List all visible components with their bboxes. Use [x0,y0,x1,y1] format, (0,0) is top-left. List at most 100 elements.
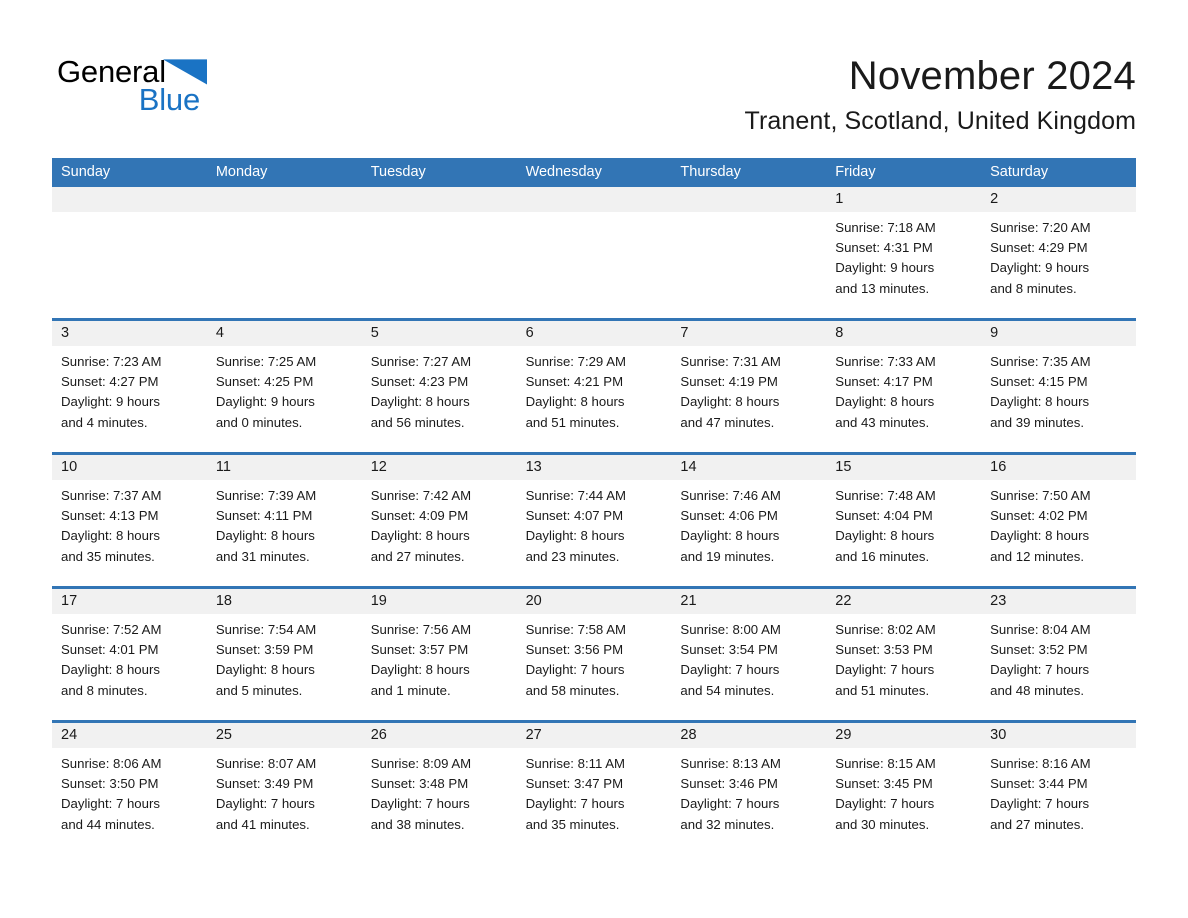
calendar-day-cell[interactable]: 4 Sunrise: 7:25 AM Sunset: 4:25 PM Daylight… [206,321,362,452]
daylight-duration-line1: Daylight: 7 hours [680,662,780,678]
daylight-duration-line2: and 32 minutes. [680,816,775,832]
calendar-day-cell[interactable]: 8 Sunrise: 7:33 AM Sunset: 4:17 PM Daylight… [826,321,982,452]
daylight-duration-line1: Daylight: 8 hours [990,394,1090,410]
calendar-day-cell[interactable]: 7 Sunrise: 7:31 AM Sunset: 4:19 PM Daylight… [671,321,827,452]
daylight-duration-line1: Daylight: 8 hours [370,662,470,678]
sunrise-time: Sunrise: 7:20 AM [990,220,1091,235]
calendar-day-cell[interactable]: 1 Sunrise: 7:18 AM Sunset: 4:31 PM Daylight… [826,187,982,318]
day-number: 22 [826,589,982,614]
sunrise-time: Sunrise: 7:58 AM [525,622,626,637]
calendar-day-cell[interactable]: 22 Sunrise: 8:02 AM Sunset: 3:53 PM Dayligh… [826,589,982,720]
calendar-day-cell[interactable]: 17 Sunrise: 7:52 AM Sunset: 4:01 PM Dayligh… [52,589,207,720]
sunset-time: Sunset: 3:57 PM [370,642,469,658]
page-header: General Blue November 2024 Tranent, Scot… [0,0,1188,152]
calendar-day-cell-empty [361,187,517,318]
calendar-day-cell[interactable]: 11 Sunrise: 7:39 AM Sunset: 4:11 PM Dayligh… [206,455,362,586]
day-sun-info: Sunrise: 7:52 AM Sunset: 4:01 PM Daylight:… [52,614,207,701]
week-grid: 17 Sunrise: 7:52 AM Sunset: 4:01 PM Dayligh… [52,589,1136,720]
daylight-duration-line2: and 5 minutes. [215,682,303,698]
daylight-duration-line2: and 47 minutes. [680,414,775,430]
calendar-day-cell[interactable]: 19 Sunrise: 7:56 AM Sunset: 3:57 PM Dayligh… [361,589,517,720]
calendar-day-cell[interactable]: 12 Sunrise: 7:42 AM Sunset: 4:09 PM Dayligh… [361,455,517,586]
day-number: 18 [206,589,362,614]
daylight-duration-line1: Daylight: 8 hours [215,662,315,678]
calendar-day-cell[interactable]: 9 Sunrise: 7:35 AM Sunset: 4:15 PM Daylight… [981,321,1136,452]
day-number: 1 [826,187,982,212]
daylight-duration-line2: and 0 minutes. [215,414,303,430]
calendar-day-cell[interactable]: 27 Sunrise: 8:11 AM Sunset: 3:47 PM Dayligh… [516,723,672,854]
sunset-time: Sunset: 3:52 PM [990,642,1088,658]
sunrise-time: Sunrise: 7:37 AM [61,488,162,503]
daylight-duration-line1: Daylight: 7 hours [835,662,935,678]
weekday-header-thursday: Thursday [680,164,741,180]
calendar-day-cell[interactable]: 3 Sunrise: 7:23 AM Sunset: 4:27 PM Daylight… [52,321,207,452]
calendar-day-cell[interactable]: 6 Sunrise: 7:29 AM Sunset: 4:21 PM Daylight… [516,321,672,452]
logo-text-general: General [57,54,166,89]
daylight-duration-line2: and 48 minutes. [990,682,1084,698]
daylight-duration-line1: Daylight: 7 hours [835,796,935,812]
weekday-header-friday: Friday [835,164,876,180]
daylight-duration-line2: and 41 minutes. [215,816,310,832]
calendar-day-cell[interactable]: 21 Sunrise: 8:00 AM Sunset: 3:54 PM Dayligh… [671,589,827,720]
day-number [671,187,827,212]
daylight-duration-line1: Daylight: 8 hours [215,528,315,544]
calendar-day-cell[interactable]: 24 Sunrise: 8:06 AM Sunset: 3:50 PM Dayligh… [52,723,207,854]
day-number [52,187,207,212]
daylight-duration-line2: and 19 minutes. [680,548,775,564]
day-sun-info: Sunrise: 7:42 AM Sunset: 4:09 PM Daylight:… [362,480,517,567]
calendar-day-cell[interactable]: 23 Sunrise: 8:04 AM Sunset: 3:52 PM Dayligh… [981,589,1136,720]
calendar-day-cell[interactable]: 14 Sunrise: 7:46 AM Sunset: 4:06 PM Dayligh… [671,455,827,586]
daylight-duration-line1: Daylight: 8 hours [370,528,470,544]
calendar-day-cell[interactable]: 13 Sunrise: 7:44 AM Sunset: 4:07 PM Dayligh… [516,455,672,586]
daylight-duration-line2: and 13 minutes. [835,280,930,296]
calendar-day-cell[interactable]: 26 Sunrise: 8:09 AM Sunset: 3:48 PM Dayligh… [361,723,517,854]
daylight-duration-line2: and 23 minutes. [525,548,620,564]
sunset-time: Sunset: 3:53 PM [835,642,933,658]
calendar-day-cell[interactable]: 29 Sunrise: 8:15 AM Sunset: 3:45 PM Dayligh… [826,723,982,854]
sunset-time: Sunset: 3:45 PM [835,776,933,792]
calendar-week-row: 1 Sunrise: 7:18 AM Sunset: 4:31 PM Daylight… [52,187,1136,318]
day-number: 21 [671,589,827,614]
daylight-duration-line1: Daylight: 7 hours [680,796,780,812]
sunset-time: Sunset: 4:23 PM [370,374,469,390]
day-number: 24 [52,723,207,748]
sunrise-time: Sunrise: 7:44 AM [525,488,626,503]
calendar-day-cell[interactable]: 2 Sunrise: 7:20 AM Sunset: 4:29 PM Daylight… [981,187,1136,318]
day-sun-info: Sunrise: 8:02 AM Sunset: 3:53 PM Daylight:… [826,614,981,701]
sunrise-time: Sunrise: 7:39 AM [215,488,317,503]
day-sun-info: Sunrise: 7:33 AM Sunset: 4:17 PM Daylight:… [826,346,981,433]
calendar-day-cell[interactable]: 20 Sunrise: 7:58 AM Sunset: 3:56 PM Dayligh… [516,589,672,720]
calendar-day-cell[interactable]: 15 Sunrise: 7:48 AM Sunset: 4:04 PM Dayligh… [826,455,982,586]
calendar-day-cell[interactable]: 30 Sunrise: 8:16 AM Sunset: 3:44 PM Dayligh… [981,723,1136,854]
weekday-header-tuesday: Tuesday [370,164,426,180]
calendar-day-cell[interactable]: 18 Sunrise: 7:54 AM Sunset: 3:59 PM Dayligh… [206,589,362,720]
calendar-page: General Blue November 2024 Tranent, Scot… [0,0,1188,918]
calendar-day-cell[interactable]: 16 Sunrise: 7:50 AM Sunset: 4:02 PM Dayligh… [981,455,1136,586]
day-number: 15 [826,455,982,480]
daylight-duration-line1: Daylight: 8 hours [61,662,160,678]
sunset-time: Sunset: 3:59 PM [215,642,314,658]
daylight-duration-line2: and 16 minutes. [835,548,930,564]
calendar-day-cell-empty [206,187,362,318]
calendar-day-cell[interactable]: 28 Sunrise: 8:13 AM Sunset: 3:46 PM Dayligh… [671,723,827,854]
daylight-duration-line2: and 27 minutes. [990,816,1084,832]
day-sun-info: Sunrise: 7:37 AM Sunset: 4:13 PM Daylight:… [52,480,207,567]
sunset-time: Sunset: 4:27 PM [61,374,159,390]
calendar-week-row: 3 Sunrise: 7:23 AM Sunset: 4:27 PM Daylight… [52,318,1136,452]
day-number: 25 [206,723,362,748]
day-number: 12 [361,455,517,480]
day-number: 17 [52,589,207,614]
calendar-day-cell[interactable]: 25 Sunrise: 8:07 AM Sunset: 3:49 PM Dayligh… [206,723,362,854]
sunrise-time: Sunrise: 7:46 AM [680,488,781,503]
calendar-day-cell[interactable]: 10 Sunrise: 7:37 AM Sunset: 4:13 PM Dayligh… [52,455,207,586]
sunrise-time: Sunrise: 7:42 AM [370,488,472,503]
daylight-duration-line2: and 27 minutes. [370,548,465,564]
calendar-day-cell[interactable]: 5 Sunrise: 7:27 AM Sunset: 4:23 PM Daylight… [361,321,517,452]
sunset-time: Sunset: 3:54 PM [680,642,778,658]
sunrise-time: Sunrise: 7:25 AM [215,354,317,369]
location-subtitle: Tranent, Scotland, United Kingdom [744,107,1136,135]
daylight-duration-line2: and 39 minutes. [990,414,1084,430]
day-sun-info: Sunrise: 7:31 AM Sunset: 4:19 PM Daylight:… [671,346,826,433]
day-number: 4 [206,321,362,346]
daylight-duration-line2: and 30 minutes. [835,816,930,832]
